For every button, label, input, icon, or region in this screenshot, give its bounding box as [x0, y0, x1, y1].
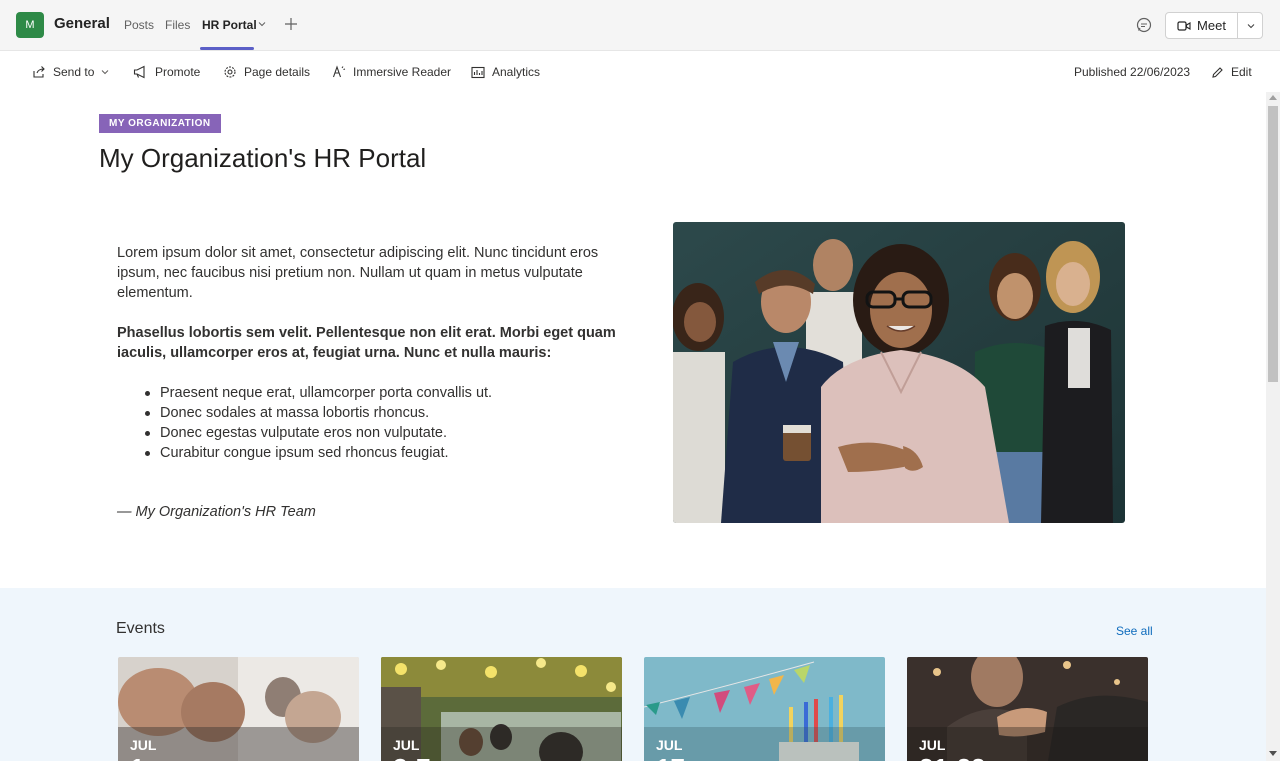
- events-section: Events See all JUL 1 JUL: [0, 588, 1266, 761]
- meet-button[interactable]: Meet: [1165, 12, 1263, 39]
- event-card[interactable]: JUL 3-7: [381, 657, 622, 761]
- channel-name: General: [54, 15, 110, 32]
- event-month: JUL: [656, 737, 683, 753]
- list-item: Curabitur congue ipsum sed rhoncus feugi…: [145, 443, 620, 463]
- promote-label: Promote: [155, 65, 201, 79]
- tab-posts[interactable]: Posts: [124, 18, 154, 32]
- event-card[interactable]: JUL 21-22: [907, 657, 1148, 761]
- list-item: Donec egestas vulputate eros non vulputa…: [145, 423, 620, 443]
- video-camera-icon: [1177, 20, 1191, 31]
- intro-paragraph: Lorem ipsum dolor sit amet, consectetur …: [117, 245, 599, 301]
- gear-icon: [224, 66, 236, 78]
- page-command-bar: Send to Promote Page details Immersive R…: [0, 51, 1280, 92]
- add-tab-icon[interactable]: [283, 16, 299, 32]
- scroll-up-arrow-icon[interactable]: [1269, 94, 1277, 100]
- event-month: JUL: [130, 737, 157, 753]
- analytics-button[interactable]: Analytics: [471, 65, 540, 79]
- pencil-icon: [1212, 66, 1223, 78]
- edit-label: Edit: [1231, 65, 1252, 79]
- signature: — My Organization's HR Team: [117, 504, 316, 520]
- event-month: JUL: [393, 737, 420, 753]
- analytics-icon: [471, 66, 485, 78]
- active-tab-indicator: [200, 47, 254, 50]
- send-to-label: Send to: [53, 65, 95, 79]
- analytics-label: Analytics: [492, 65, 541, 79]
- list-item: Donec sodales at massa lobortis rhoncus.: [145, 403, 620, 423]
- team-photo: [673, 222, 1125, 523]
- immersive-reader-icon: [332, 65, 346, 78]
- team-photo-illustration: [673, 222, 1125, 523]
- vertical-scrollbar[interactable]: [1266, 92, 1280, 761]
- teams-channel-header: M General Posts Files HR Portal Meet: [0, 0, 1280, 51]
- see-all-link[interactable]: See all: [1116, 624, 1153, 638]
- page-details-button[interactable]: Page details: [223, 65, 310, 79]
- tab-hr-portal[interactable]: HR Portal: [202, 18, 257, 32]
- edit-button[interactable]: Edit: [1211, 65, 1252, 79]
- team-avatar[interactable]: M: [16, 12, 44, 38]
- scrollbar-thumb[interactable]: [1268, 106, 1278, 382]
- scroll-down-arrow-icon[interactable]: [1269, 751, 1277, 757]
- send-to-button[interactable]: Send to: [32, 65, 109, 79]
- chevron-down-icon[interactable]: [258, 20, 266, 28]
- event-month: JUL: [919, 737, 946, 753]
- event-day: 17: [656, 753, 685, 761]
- event-day: 21-22: [919, 753, 986, 761]
- tab-files[interactable]: Files: [165, 18, 190, 32]
- meet-label: Meet: [1197, 18, 1226, 33]
- chevron-down-icon: [102, 70, 109, 75]
- conversation-icon[interactable]: [1135, 16, 1153, 34]
- published-date: Published 22/06/2023: [1074, 65, 1191, 79]
- event-day: 1: [130, 753, 144, 761]
- topic-tag[interactable]: MY ORGANIZATION: [99, 114, 221, 133]
- meet-options-button[interactable]: [1238, 13, 1263, 38]
- megaphone-icon: [133, 65, 145, 79]
- event-day: 3-7: [393, 753, 431, 761]
- bold-paragraph: Phasellus lobortis sem velit. Pellentesq…: [117, 325, 616, 361]
- chevron-down-icon: [1247, 23, 1254, 28]
- event-card[interactable]: JUL 17: [644, 657, 885, 761]
- page-details-label: Page details: [244, 65, 311, 79]
- page-title: My Organization's HR Portal: [99, 143, 427, 173]
- meet-now-button[interactable]: Meet: [1166, 13, 1237, 38]
- list-item: Praesent neque erat, ullamcorper porta c…: [145, 383, 620, 403]
- promote-button[interactable]: Promote: [133, 65, 200, 79]
- bullet-list: Praesent neque erat, ullamcorper porta c…: [145, 383, 620, 463]
- immersive-reader-button[interactable]: Immersive Reader: [332, 65, 451, 79]
- share-icon: [33, 66, 45, 78]
- events-heading: Events: [116, 620, 165, 637]
- immersive-reader-label: Immersive Reader: [353, 65, 452, 79]
- event-card[interactable]: JUL 1: [118, 657, 359, 761]
